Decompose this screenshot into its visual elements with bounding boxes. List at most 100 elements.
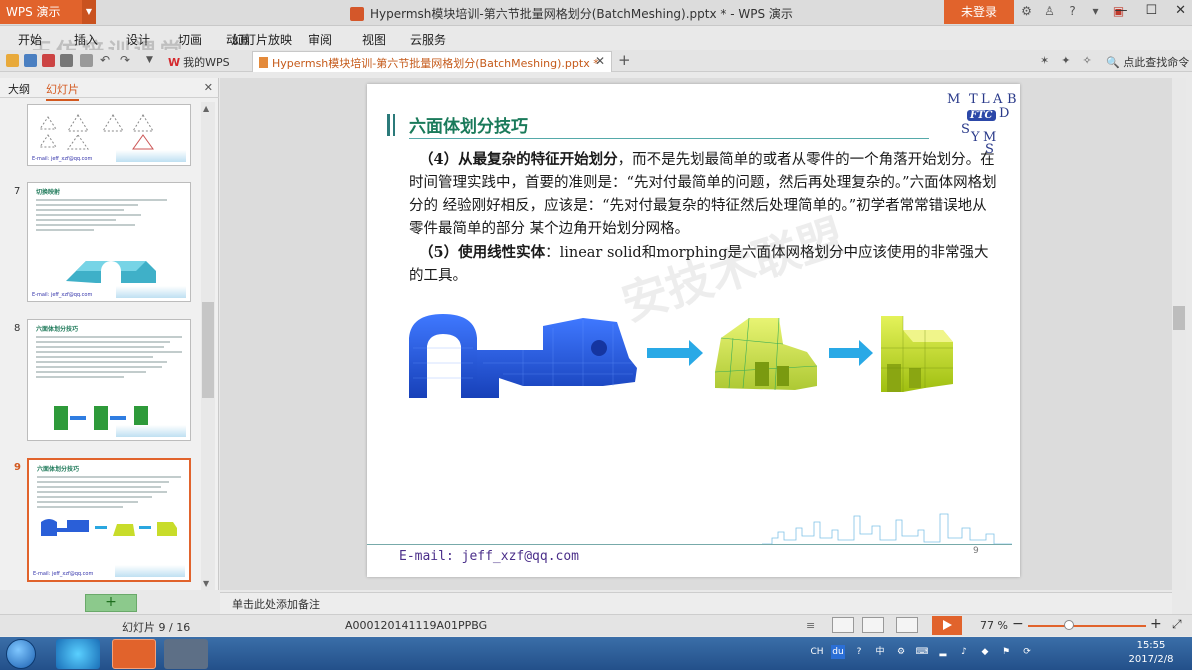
zoom-level[interactable]: 77 %: [980, 619, 1008, 632]
help-tray-icon[interactable]: ?: [852, 645, 866, 659]
slide-thumbnail-7[interactable]: 切换映射 E-mail: jeff_xzf@qq.com: [27, 182, 191, 302]
add-slide-button[interactable]: +: [85, 594, 137, 612]
lang-indicator[interactable]: CH: [810, 645, 824, 659]
slide-email: E-mail: jeff_xzf@qq.com: [399, 549, 580, 564]
template-name: A000120141119A01PPBG: [345, 619, 488, 632]
app-taskbar-icon[interactable]: [164, 639, 208, 669]
menu-slideshow[interactable]: 幻灯片放映: [232, 31, 292, 48]
normal-view-button[interactable]: [832, 617, 854, 633]
app-button-label: WPS 演示: [6, 5, 61, 19]
tab-my-wps[interactable]: W 我的WPS: [164, 51, 234, 71]
thumb-number-7: 7: [14, 186, 21, 197]
slide-thumbnail-9[interactable]: 六面体划分技巧 E-mail: jeff_xzf@qq.com: [27, 458, 191, 582]
notes-toggle-icon[interactable]: ≡: [806, 619, 815, 632]
main-scroll-thumb[interactable]: [1173, 306, 1185, 330]
wps-app-button[interactable]: WPS 演示 ▼: [0, 0, 96, 24]
logo-letter: T: [969, 92, 978, 107]
shield-tray-icon[interactable]: ◆: [978, 645, 992, 659]
close-button[interactable]: ✕: [1175, 3, 1186, 18]
thumb-text-lines: [37, 476, 181, 511]
print-icon[interactable]: [60, 54, 73, 67]
save-icon[interactable]: [24, 54, 37, 67]
current-slide[interactable]: 六面体划分技巧 M T L A B D S Y M S FTC 安技术联盟 （4…: [367, 84, 1020, 577]
menu-review[interactable]: 审阅: [308, 31, 332, 48]
thumb-3d-part: [66, 261, 156, 283]
chevron-down-icon[interactable]: ▼: [82, 0, 96, 24]
zoom-out-icon[interactable]: −: [1012, 616, 1024, 632]
slide-body-text[interactable]: （4）从最复杂的特征开始划分，而不是先划最简单的或者从零件的一个角落开始划分。在…: [409, 148, 999, 288]
tab-outline[interactable]: 大纲: [8, 81, 30, 97]
minimize-button[interactable]: —: [1114, 3, 1127, 18]
network-tray-icon[interactable]: ▂: [936, 645, 950, 659]
title-bar-accent-2: [393, 114, 395, 136]
slide-title[interactable]: 六面体划分技巧: [409, 112, 528, 137]
title-rule: [409, 138, 929, 139]
tool-c-icon[interactable]: ✧: [1082, 54, 1091, 67]
maximize-button[interactable]: ☐: [1145, 3, 1157, 18]
tab-slides[interactable]: 幻灯片: [46, 81, 79, 101]
close-tab-icon[interactable]: ✕: [595, 54, 605, 68]
clock-time: 15:55: [1136, 640, 1166, 651]
panel-scrollbar[interactable]: ▲ ▼: [201, 102, 215, 590]
logo-letter: S: [961, 122, 970, 137]
settings-tray-icon[interactable]: ⚙: [894, 645, 908, 659]
tab-document[interactable]: Hypermsh模块培训-第六节批量网格划分(BatchMeshing).ppt…: [252, 51, 612, 72]
browser-taskbar-icon[interactable]: [56, 639, 100, 669]
login-button[interactable]: 未登录: [944, 0, 1014, 24]
tool-a-icon[interactable]: ✶: [1040, 54, 1049, 67]
volume-tray-icon[interactable]: ♪: [957, 645, 971, 659]
title-tools: ⚙ ♙ ? ▾ ▣: [1018, 3, 1127, 20]
paragraph-4: （4）从最复杂的特征开始划分，而不是先划最简单的或者从零件的一个角落开始划分。在…: [409, 148, 999, 241]
keyboard-tray-icon[interactable]: ⌨: [915, 645, 929, 659]
flag-tray-icon[interactable]: ⚑: [999, 645, 1013, 659]
dropdown-icon[interactable]: ▾: [1087, 3, 1104, 20]
zoom-slider[interactable]: [1028, 625, 1146, 627]
new-tab-icon[interactable]: +: [618, 51, 631, 69]
notes-area[interactable]: 单击此处添加备注: [220, 592, 1172, 614]
ime-mode-icon[interactable]: 中: [873, 645, 887, 659]
slideshow-play-button[interactable]: [932, 616, 962, 635]
slide-panel: 大纲 幻灯片 ✕ E-mail: jeff_xzf@qq.com 7 切换映射 …: [0, 78, 219, 590]
thumb-text-lines: [36, 199, 182, 234]
open-icon[interactable]: [6, 54, 19, 67]
pdf-icon[interactable]: [42, 54, 55, 67]
scroll-down-icon[interactable]: ▼: [203, 579, 209, 588]
panel-scroll-thumb[interactable]: [202, 302, 214, 398]
main-scrollbar[interactable]: [1172, 78, 1186, 590]
thumb-skyline: [116, 150, 186, 162]
menu-view[interactable]: 视图: [362, 31, 386, 48]
logo-letter: L: [981, 92, 990, 107]
window-title-text: Hypermsh模块培训-第六节批量网格划分(BatchMeshing).ppt…: [370, 7, 793, 21]
baidu-ime-icon[interactable]: du: [831, 645, 845, 659]
thumb-skyline: [116, 286, 186, 298]
thumb-skyline: [115, 565, 185, 577]
sorter-view-button[interactable]: [862, 617, 884, 633]
help-icon[interactable]: ?: [1064, 3, 1081, 20]
slide-thumbnail-8[interactable]: 六面体划分技巧: [27, 319, 191, 441]
system-clock[interactable]: 15:55 2017/2/8: [1116, 639, 1186, 667]
close-panel-icon[interactable]: ✕: [204, 81, 213, 94]
redo-icon[interactable]: ↷: [120, 54, 133, 67]
search-command[interactable]: 🔍 点此查找命令: [1106, 54, 1189, 70]
undo-icon[interactable]: ↶: [100, 54, 113, 67]
thumb-text-lines: [36, 336, 182, 381]
customize-icon[interactable]: ▼: [146, 54, 159, 67]
title-bar-accent: [387, 114, 390, 136]
shirt-icon[interactable]: ♙: [1041, 3, 1058, 20]
zoom-slider-knob[interactable]: [1064, 620, 1075, 630]
zoom-in-icon[interactable]: +: [1150, 616, 1162, 632]
menu-cloud[interactable]: 云服务: [410, 31, 446, 48]
fit-window-icon[interactable]: ⤢: [1172, 617, 1182, 632]
logo-letter: A: [993, 92, 1003, 107]
title-bar: WPS 演示 ▼ Hypermsh模块培训-第六节批量网格划分(BatchMes…: [0, 0, 1192, 26]
panel-tabs: 大纲 幻灯片 ✕: [0, 78, 219, 101]
scroll-up-icon[interactable]: ▲: [203, 104, 209, 113]
tool-b-icon[interactable]: ✦: [1061, 54, 1070, 67]
skin-icon[interactable]: ⚙: [1018, 3, 1035, 20]
update-tray-icon[interactable]: ⟳: [1020, 645, 1034, 659]
preview-icon[interactable]: [80, 54, 93, 67]
reading-view-button[interactable]: [896, 617, 918, 633]
wps-taskbar-icon[interactable]: [112, 639, 156, 669]
slide-thumbnail-6[interactable]: E-mail: jeff_xzf@qq.com: [27, 104, 191, 166]
start-button[interactable]: [6, 639, 36, 669]
